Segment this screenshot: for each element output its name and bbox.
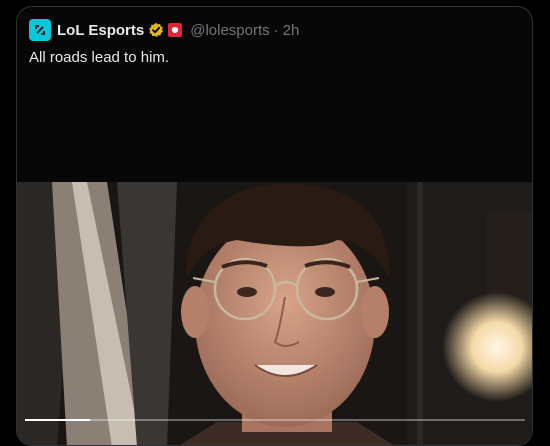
tweet-header: LoL Esports @lolesports · 2h [29, 19, 299, 41]
video-frame [17, 182, 532, 445]
video-player[interactable] [17, 182, 532, 445]
video-progress-fill [25, 419, 90, 421]
author-name[interactable]: LoL Esports [57, 22, 144, 39]
separator-dot: · [273, 21, 279, 39]
verified-gold-badge-icon[interactable] [148, 22, 164, 38]
author-handle[interactable]: @lolesports [190, 22, 269, 39]
tweet-text: All roads lead to him. [29, 49, 170, 66]
lol-esports-logo-icon[interactable] [29, 19, 51, 41]
video-progress-track[interactable] [25, 419, 525, 421]
tweet-card[interactable]: LoL Esports @lolesports · 2h All roads l… [16, 6, 533, 446]
affiliate-badge-icon[interactable] [168, 23, 183, 37]
tweet-timestamp[interactable]: 2h [283, 22, 300, 39]
